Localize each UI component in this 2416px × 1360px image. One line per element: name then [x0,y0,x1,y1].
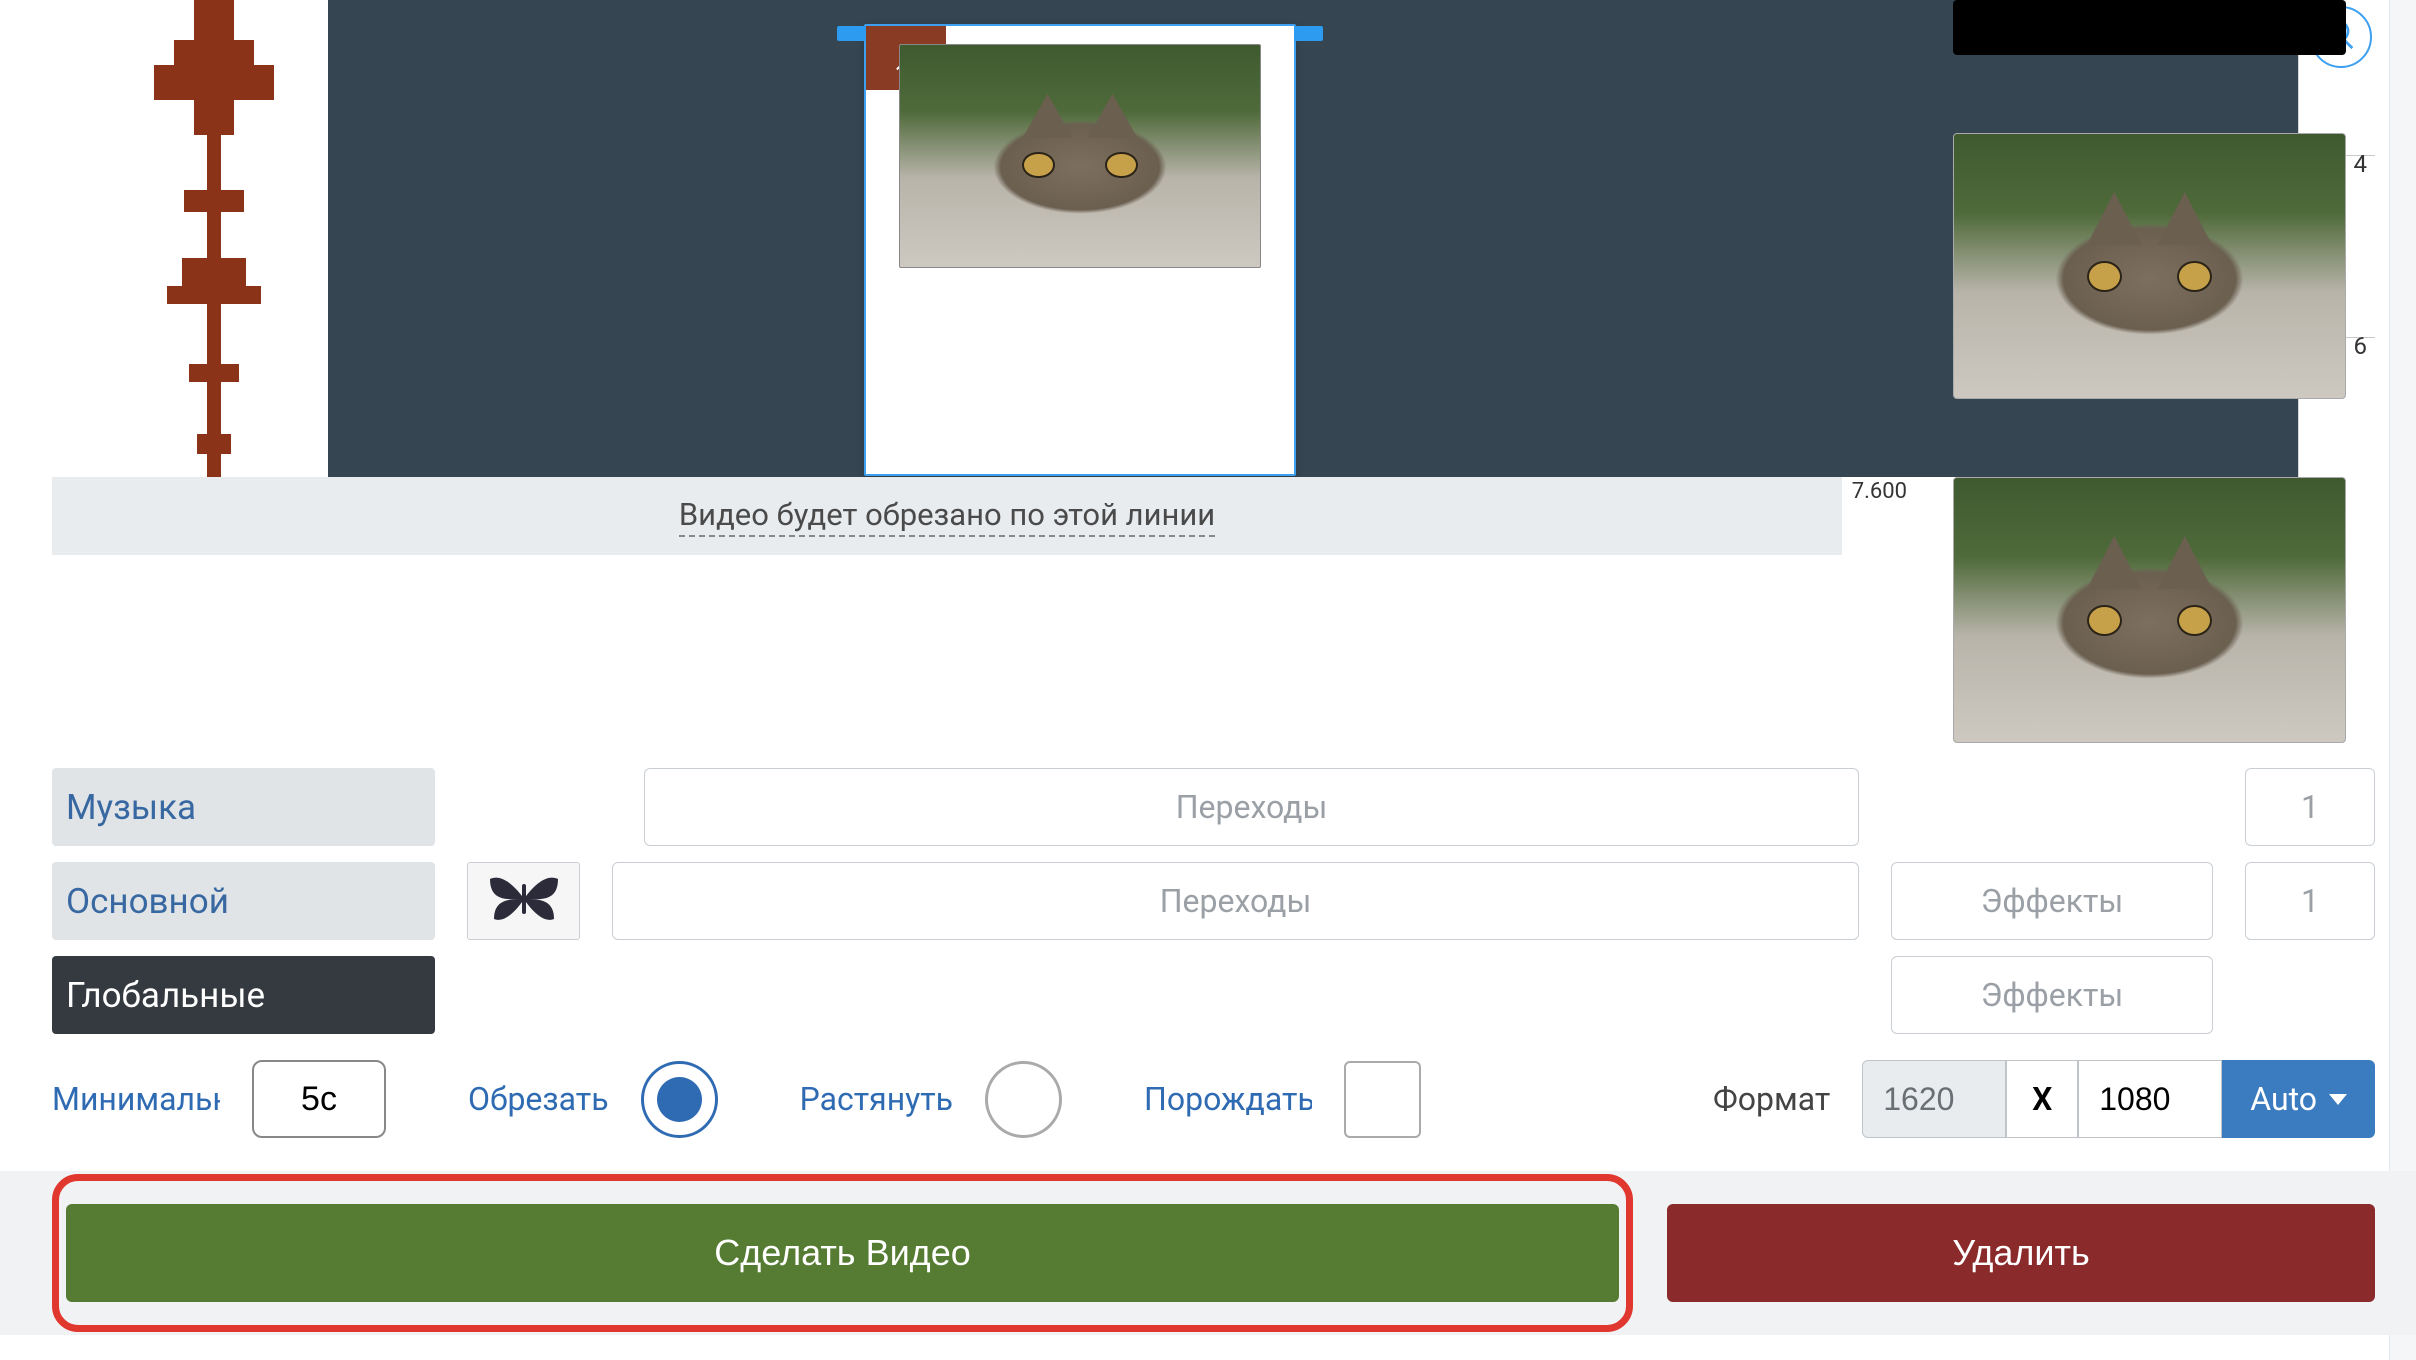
crop-note-text[interactable]: Видео будет обрезано по этой линии [679,496,1215,537]
action-bar: Сделать Видео Удалить [0,1171,2416,1335]
layer-tab-main[interactable]: Основной [52,862,435,940]
preview-thumbnail[interactable] [1953,477,2346,743]
layer-row-global: Глобальные Эффекты [52,956,2375,1034]
layer-count-value: 1 [2301,882,2319,920]
page-scrollbar[interactable] [2389,0,2416,1360]
options-row: Минимальн Обрезать Растянуть Порождать Ф… [52,1058,2375,1140]
generate-checkbox[interactable] [1344,1061,1421,1138]
minimal-label: Минимальн [52,1080,220,1118]
transitions-button[interactable]: Переходы [644,768,1859,846]
crop-note-bar: Видео будет обрезано по этой линии [52,477,1842,555]
layers-panel: Музыка Переходы 1 Основной Переходы [52,768,2375,1050]
layer-tab-music[interactable]: Музыка [52,768,435,846]
auto-label: Auto [2250,1080,2317,1118]
effects-button[interactable]: Эффекты [1891,862,2213,940]
layer-tab-label: Основной [66,881,229,922]
layer-tab-label: Глобальные [66,975,265,1016]
preview-thumbnail-black[interactable] [1953,0,2346,55]
layer-count[interactable]: 1 [2245,768,2375,846]
clip-handle-right[interactable] [1294,26,1323,41]
minimal-input[interactable] [252,1060,386,1138]
layer-effect-thumb[interactable] [467,862,580,940]
delete-button[interactable]: Удалить [1667,1204,2375,1302]
layer-count-value: 1 [2301,788,2319,826]
crop-radio[interactable] [641,1061,718,1138]
layer-count[interactable]: 1 [2245,862,2375,940]
effects-label: Эффекты [1981,976,2124,1014]
crop-label: Обрезать [468,1080,609,1118]
effects-button[interactable]: Эффекты [1891,956,2213,1034]
format-auto-dropdown[interactable]: Auto [2222,1060,2375,1138]
preview-thumbnails [1919,0,2375,740]
make-video-button[interactable]: Сделать Видео [66,1204,1619,1302]
clip-thumbnail [899,44,1261,268]
format-width [1862,1060,2006,1138]
timeline-area: 4 6 Видео будет обрезано по этой линии 7… [52,0,2375,555]
transitions-label: Переходы [1160,882,1312,920]
timeline-clip[interactable] [864,24,1296,476]
clip-handle-left[interactable] [837,26,866,41]
make-video-label: Сделать Видео [714,1232,970,1273]
crop-end-time: 7.600 [1846,477,1913,505]
layer-tab-label: Музыка [66,787,196,828]
layer-row-main: Основной Переходы Эффекты 1 [52,862,2375,940]
layer-row-music: Музыка Переходы 1 [52,768,2375,846]
preview-thumbnail[interactable] [1953,133,2346,399]
format-height[interactable] [2078,1060,2222,1138]
audio-waveform-column [52,0,328,477]
transitions-label: Переходы [1176,788,1328,826]
stretch-label: Растянуть [800,1080,953,1118]
caret-down-icon [2329,1094,2347,1105]
waveform-gutter [52,0,99,477]
format-label: Формат [1713,1080,1830,1118]
delete-label: Удалить [1952,1232,2089,1273]
make-video-wrap: Сделать Видео [66,1188,1619,1318]
effects-label: Эффекты [1981,882,2124,920]
transitions-button[interactable]: Переходы [612,862,1859,940]
format-x: X [2006,1060,2078,1138]
radio-dot-icon [657,1077,702,1122]
layer-tab-global[interactable]: Глобальные [52,956,435,1034]
butterfly-icon [484,870,564,932]
generate-label: Порождать [1144,1080,1312,1118]
stretch-radio[interactable] [985,1061,1062,1138]
audio-waveform[interactable] [99,0,328,477]
